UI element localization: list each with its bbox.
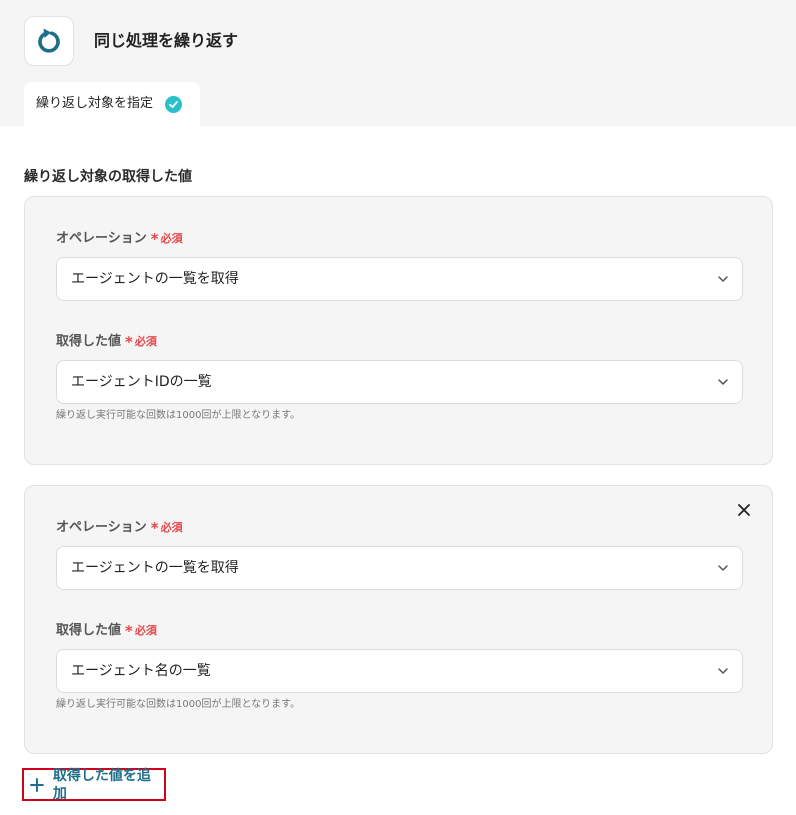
- value-select-value: エージェント名の一覧: [71, 663, 211, 679]
- required-text: 必須: [160, 521, 183, 534]
- header-band: 同じ処理を繰り返す 繰り返し対象を指定: [0, 0, 796, 126]
- required-mark: *: [150, 519, 159, 537]
- operation-label-text: オペレーション: [56, 231, 147, 246]
- value-label-text: 取得した値: [56, 623, 122, 638]
- value-select-value: エージェントIDの一覧: [71, 374, 212, 390]
- plus-icon: [30, 777, 44, 792]
- chevron-down-icon: [718, 379, 728, 385]
- value-select[interactable]: エージェント名の一覧: [56, 649, 743, 693]
- chevron-down-icon: [718, 565, 728, 571]
- add-value-button[interactable]: 取得した値を追加: [22, 767, 166, 802]
- page-title: 同じ処理を繰り返す: [94, 31, 239, 50]
- limit-hint: 繰り返し実行可能な回数は1000回が上限となります。: [56, 410, 301, 421]
- required-mark: *: [125, 622, 133, 640]
- operation-label-text: オペレーション: [56, 520, 147, 535]
- required-text: 必須: [134, 624, 157, 637]
- chevron-down-icon: [718, 276, 728, 282]
- loop-target-card: オペレーション * 必須 エージェントの一覧を取得 取得した値 * 必須 エージ…: [24, 196, 773, 465]
- operation-select-value: エージェントの一覧を取得: [71, 271, 239, 287]
- chevron-down-icon: [718, 668, 728, 674]
- value-label: 取得した値 * 必須: [56, 623, 157, 639]
- value-label-text: 取得した値: [56, 334, 122, 349]
- repeat-icon: [38, 28, 60, 53]
- section-title: 繰り返し対象の取得した値: [24, 169, 192, 185]
- check-circle-icon: [165, 95, 183, 113]
- app-icon: [24, 16, 74, 66]
- operation-select-value: エージェントの一覧を取得: [71, 560, 239, 576]
- value-select[interactable]: エージェントIDの一覧: [56, 360, 743, 404]
- remove-card-button[interactable]: [734, 500, 754, 520]
- operation-select[interactable]: エージェントの一覧を取得: [56, 257, 743, 301]
- limit-hint: 繰り返し実行可能な回数は1000回が上限となります。: [56, 699, 301, 710]
- operation-select[interactable]: エージェントの一覧を取得: [56, 546, 743, 590]
- close-icon: [738, 504, 750, 516]
- tab-target-settings[interactable]: 繰り返し対象を指定: [24, 82, 200, 126]
- operation-label: オペレーション * 必須: [56, 231, 183, 247]
- value-label: 取得した値 * 必須: [56, 334, 157, 350]
- required-mark: *: [125, 333, 133, 351]
- required-text: 必須: [160, 232, 183, 245]
- required-text: 必須: [134, 335, 157, 348]
- loop-target-card: オペレーション * 必須 エージェントの一覧を取得 取得した値 * 必須 エージ…: [24, 485, 773, 754]
- tab-label: 繰り返し対象を指定: [36, 96, 154, 111]
- add-value-label: 取得した値を追加: [52, 767, 151, 802]
- operation-label: オペレーション * 必須: [56, 520, 183, 536]
- required-mark: *: [150, 230, 159, 248]
